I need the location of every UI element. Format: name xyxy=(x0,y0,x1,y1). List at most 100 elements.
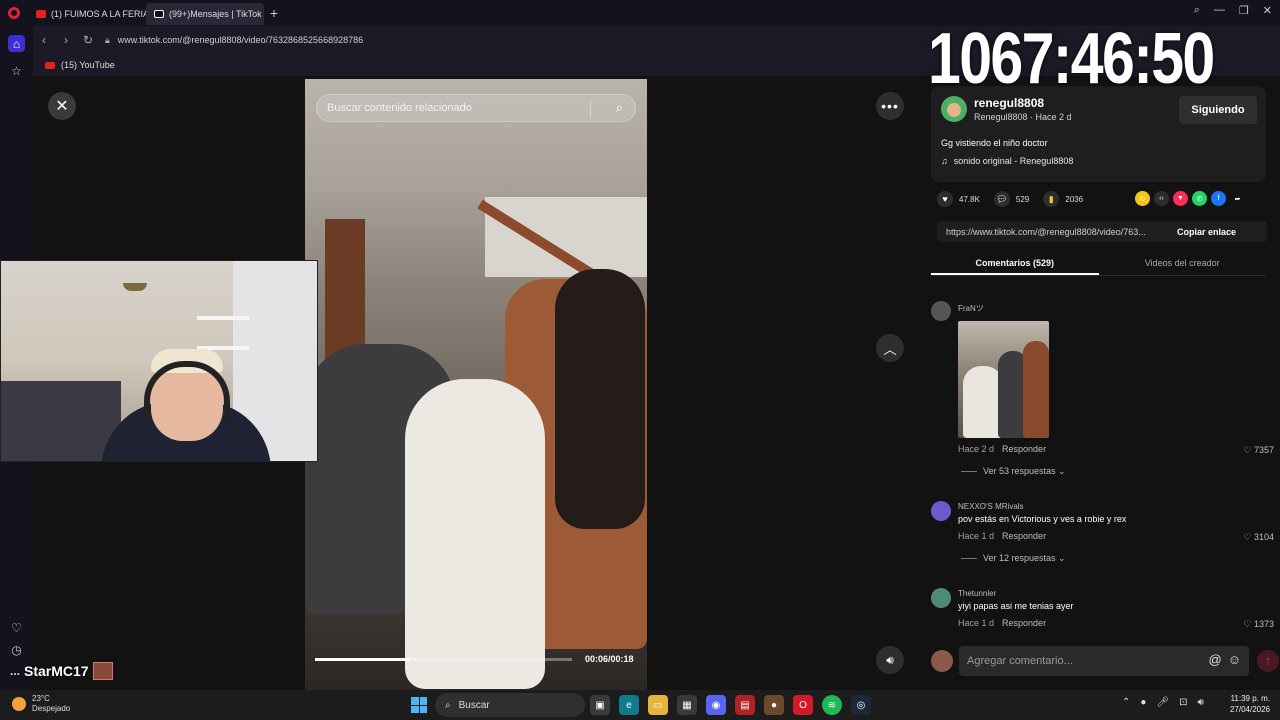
windows-start-icon[interactable] xyxy=(411,697,427,713)
taskbar-search[interactable]: ⌕ Buscar xyxy=(435,693,585,717)
webcam-lamp xyxy=(123,283,147,291)
app-icon[interactable]: ● xyxy=(764,695,784,715)
history-icon[interactable]: ◷ xyxy=(8,641,25,658)
bookmark-youtube[interactable]: (15) YouTube xyxy=(61,60,115,70)
comment-like[interactable]: ♡ 1373 xyxy=(1243,619,1274,630)
streamer-name: StarMC17 xyxy=(24,663,89,679)
url-field[interactable]: www.tiktok.com/@renegul8808/video/763286… xyxy=(118,35,363,45)
comment-like[interactable]: ♡ 7357 xyxy=(1243,445,1274,456)
comment-action[interactable]: 💬︎ 529 xyxy=(993,191,1029,207)
steam-icon[interactable]: ◎ xyxy=(851,695,871,715)
weather-icon xyxy=(12,697,26,711)
speaker-icon[interactable]: 🔊︎ xyxy=(1198,697,1204,708)
video-player[interactable]: Buscar contenido relacionado ⌕ 00:06/00:… xyxy=(305,79,647,690)
facebook-icon[interactable]: f xyxy=(1211,191,1226,206)
view-replies-button[interactable]: Ver 12 respuestas ⌄ xyxy=(961,553,1066,564)
weather-widget[interactable]: 23°C Despejado xyxy=(12,694,70,714)
more-options-button[interactable]: ••• xyxy=(876,92,904,120)
video-progress-fill xyxy=(315,658,409,661)
share-arrow-icon[interactable]: ➦ xyxy=(1230,191,1245,206)
screen: (1) FUIMOS A LA FERIA EN (99+)Mensajes |… xyxy=(0,0,1280,720)
related-search-input[interactable]: Buscar contenido relacionado ⌕ xyxy=(316,94,636,122)
reply-button[interactable]: Responder xyxy=(1002,444,1046,454)
view-replies-button[interactable]: Ver 53 respuestas ⌄ xyxy=(961,466,1066,477)
tab-tiktok[interactable]: (99+)Mensajes | TikTok xyxy=(146,3,264,25)
comment-like[interactable]: ♡ 3104 xyxy=(1243,532,1274,543)
heart-icon: ♥ xyxy=(937,191,953,207)
taskbar-clock[interactable]: 11:39 p. m. 27/04/2026 xyxy=(1224,693,1270,715)
reply-button[interactable]: Responder xyxy=(1002,618,1046,628)
comment-avatar[interactable] xyxy=(931,501,951,521)
clock-date: 27/04/2026 xyxy=(1229,705,1270,714)
share-icons: ↻ ‹› ▼ ✆ f ➦ xyxy=(1135,191,1245,206)
tab-youtube[interactable]: (1) FUIMOS A LA FERIA EN xyxy=(28,3,146,25)
comment-avatar[interactable] xyxy=(931,301,951,321)
comment-username[interactable]: FraNツ xyxy=(958,303,984,314)
more-icon: ... xyxy=(10,664,21,678)
reply-button[interactable]: Responder xyxy=(1002,531,1046,541)
comment-username[interactable]: NEXXO'S MRivals xyxy=(958,502,1024,511)
close-video-button[interactable]: ✕ xyxy=(48,92,76,120)
like-action[interactable]: ♥ 47.8K xyxy=(937,191,980,207)
maximize-button[interactable]: ❐ xyxy=(1239,4,1249,17)
tab-comments[interactable]: Comentarios (529) xyxy=(931,252,1099,275)
new-tab-button[interactable]: + xyxy=(264,5,284,21)
video-description: Gg vistiendo el niño doctor xyxy=(941,138,1048,148)
volume-button[interactable]: 🔊︎ xyxy=(876,646,904,674)
comment-image[interactable] xyxy=(958,321,1049,438)
weather-temp: 23°C xyxy=(32,694,50,703)
close-window-button[interactable]: ✕ xyxy=(1263,4,1272,17)
system-tray: ⌃ ● 🎤︎ ⊡ 🔊︎ xyxy=(1122,697,1204,708)
spotify-icon[interactable]: ≋ xyxy=(822,695,842,715)
video-time: 00:06/00:18 xyxy=(585,654,634,664)
author-card: renegul8808 Renegul8808 · Hace 2 d Sigui… xyxy=(931,86,1266,182)
task-view-icon[interactable]: ▣ xyxy=(590,695,610,715)
favorite-action[interactable]: ▮ 2036 xyxy=(1043,191,1083,207)
opera-logo-icon[interactable] xyxy=(0,0,28,26)
discord-icon[interactable]: ◉ xyxy=(706,695,726,715)
mention-icon[interactable]: @ xyxy=(1209,652,1222,667)
chevron-up-icon[interactable]: ⌃ xyxy=(1122,697,1130,708)
share-link-url[interactable]: https://www.tiktok.com/@renegul8808/vide… xyxy=(937,227,1169,237)
comment-avatar[interactable] xyxy=(931,588,951,608)
youtube-icon xyxy=(45,61,55,69)
search-icon[interactable]: ⌕ xyxy=(616,100,623,116)
copy-link-button[interactable]: Copiar enlace xyxy=(1169,227,1236,237)
edge-icon[interactable]: e xyxy=(619,695,639,715)
minimize-button[interactable]: — xyxy=(1214,4,1225,17)
like-count: 47.8K xyxy=(959,194,980,204)
star-icon[interactable]: ☆ xyxy=(8,62,25,79)
streamer-avatar xyxy=(92,662,113,680)
back-button[interactable]: ‹ xyxy=(33,33,55,47)
store-icon[interactable]: ▦ xyxy=(677,695,697,715)
comment-input[interactable]: Agregar comentario... @ ☺ xyxy=(959,646,1249,676)
streamer-tag: ... StarMC17 xyxy=(10,662,113,680)
reload-button[interactable]: ↻ xyxy=(77,33,99,47)
comment-icon: 💬︎ xyxy=(993,191,1010,207)
file-explorer-icon[interactable]: ▭ xyxy=(648,695,668,715)
microphone-icon[interactable]: 🎤︎ xyxy=(1156,697,1169,708)
following-button[interactable]: Siguiendo xyxy=(1179,96,1257,124)
send-icon[interactable]: ▼ xyxy=(1173,191,1188,206)
opera-icon[interactable]: O xyxy=(793,695,813,715)
voicemeeter-icon[interactable]: ▤ xyxy=(735,695,755,715)
emoji-icon[interactable]: ☺ xyxy=(1228,652,1241,667)
video-progress-bar[interactable] xyxy=(315,658,572,661)
home-icon[interactable]: ⌂ xyxy=(8,35,25,52)
tray-app-icon[interactable]: ● xyxy=(1140,697,1146,708)
network-icon[interactable]: ⊡ xyxy=(1179,697,1187,708)
send-comment-button[interactable]: ↑ xyxy=(1257,650,1279,672)
repost-icon[interactable]: ↻ xyxy=(1135,191,1150,206)
tab-creator-videos[interactable]: Videos del creador xyxy=(1099,252,1267,275)
comment-username[interactable]: Thetunnler xyxy=(958,589,996,598)
whatsapp-icon[interactable]: ✆ xyxy=(1192,191,1207,206)
embed-icon[interactable]: ‹› xyxy=(1154,191,1169,206)
forward-button[interactable]: › xyxy=(55,33,77,47)
video-frame-statue xyxy=(405,379,545,689)
heart-icon[interactable]: ♡ xyxy=(8,619,25,636)
tab-label: (99+)Mensajes | TikTok xyxy=(169,9,262,19)
previous-video-button[interactable]: ︿ xyxy=(876,334,904,362)
sound-link[interactable]: ♫ sonido original - Renegul8808 xyxy=(941,156,1073,166)
search-tabs-icon[interactable]: ⌕ xyxy=(1194,4,1200,17)
weather-condition: Despejado xyxy=(32,704,71,713)
